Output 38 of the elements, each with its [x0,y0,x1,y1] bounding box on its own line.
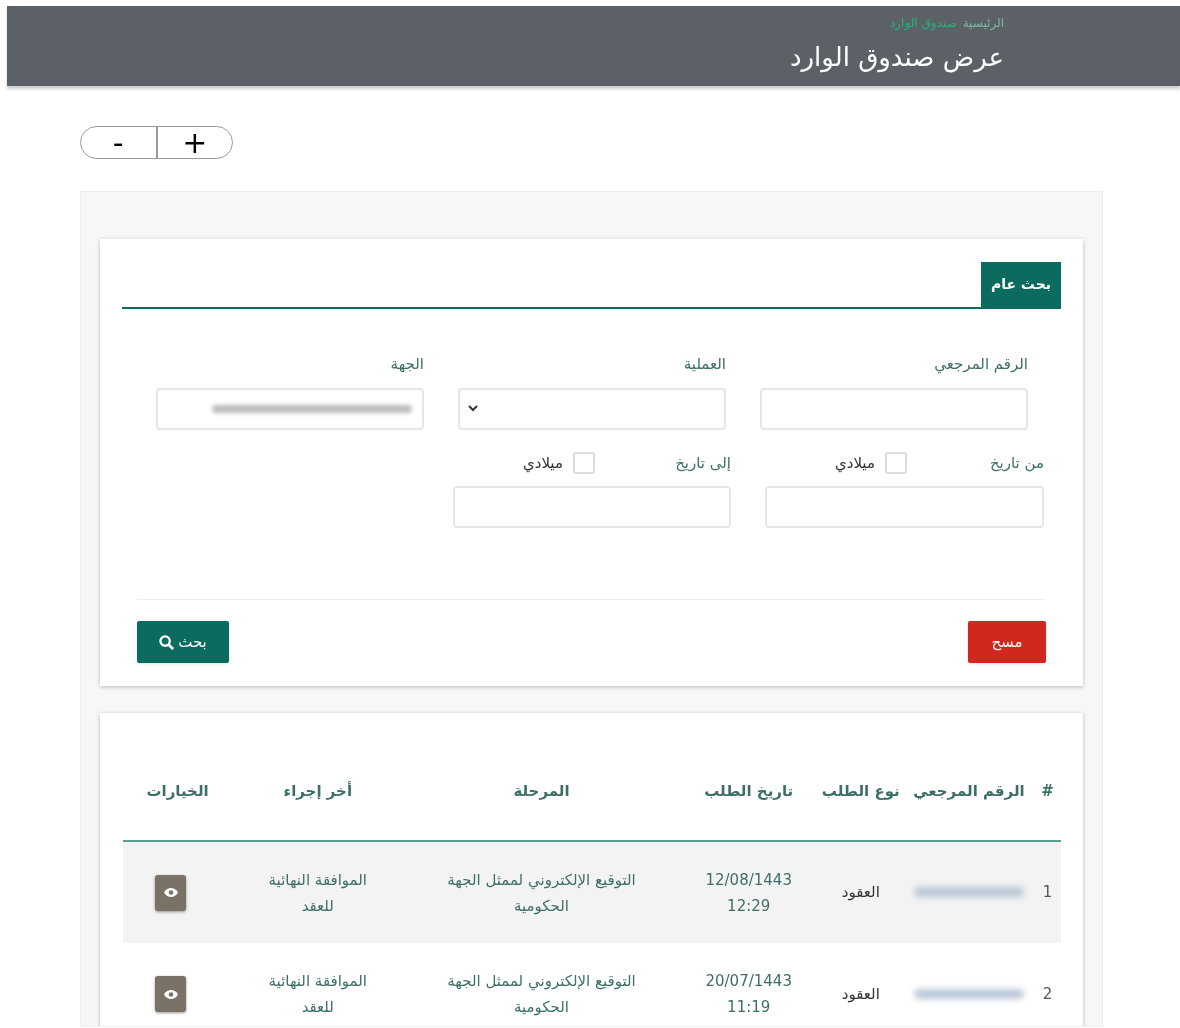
clear-button[interactable]: مسح [968,621,1046,663]
zoom-button[interactable]: - [81,127,158,158]
date-text: 12/08/1443 [704,869,793,891]
eye-icon [162,887,179,898]
table-cell-text: الموافقة النهائية للعقد [267,869,368,917]
checkbox-label: ميلادي [523,452,563,474]
view-button[interactable] [155,874,187,911]
field-label: من تاريخ [989,452,1044,474]
general-search-tab[interactable]: بحث عام [980,262,1061,307]
date-field[interactable] [765,486,1044,528]
table-cell: العقود [841,883,880,902]
field-label: الرقم المرجعي [933,354,1028,376]
time-text: 12:29 [726,895,772,917]
field-label: العملية [682,354,726,375]
field-label: الجهة [389,354,424,375]
zoom-button[interactable]: + [157,127,232,158]
reference-number-field[interactable] [760,387,1028,430]
table-cell: العقود [841,984,880,1003]
date-text: 20/07/1443 [704,971,793,992]
table-cell: 1 [1042,883,1053,902]
chevron-down-icon [468,405,478,412]
field-label: إلى تاريخ [675,452,731,474]
gregorian-checkbox[interactable] [884,451,907,474]
operation-select[interactable] [458,387,726,430]
table-cell: 2 [1042,984,1053,1003]
table-cell-text: الموافقة النهائية للعقد [267,971,368,1018]
date-field[interactable] [453,486,731,528]
search-icon [159,634,175,650]
eye-icon [162,988,179,1000]
table-cell-text: التوقيع الإلكتروني لممثل الجهة الحكومية [446,869,637,917]
search-button[interactable]: بحث [137,621,229,663]
gregorian-checkbox[interactable] [572,451,595,474]
time-text: 11:19 [726,997,772,1018]
entity-field[interactable] [156,387,424,430]
checkbox-label: ميلادي [835,452,875,474]
view-button[interactable] [155,976,187,1012]
page-title: عرض صندوق الوارد [789,41,1004,75]
table-cell-text: التوقيع الإلكتروني لممثل الجهة الحكومية [446,971,637,1018]
